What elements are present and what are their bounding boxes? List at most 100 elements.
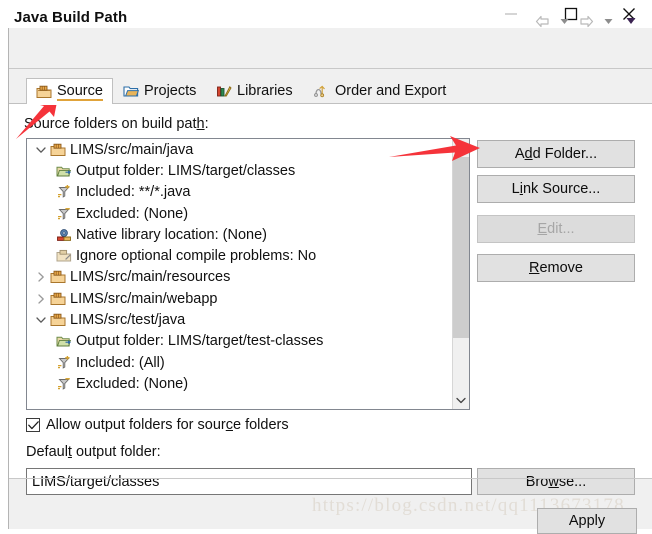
tab-projects[interactable]: Projects <box>114 78 205 104</box>
allow-output-folders-row[interactable]: Allow output folders for source folders <box>26 417 289 433</box>
excluded-filter-icon <box>55 207 72 221</box>
default-output-folder-input[interactable] <box>26 468 472 495</box>
source-folders-label-mnemonic: h <box>196 116 205 132</box>
add-folder-post: d Folder... <box>532 146 598 162</box>
excluded-filter-icon <box>55 377 72 391</box>
minimize-icon[interactable] <box>488 0 534 28</box>
tree-row-label: LIMS/src/main/resources <box>70 269 231 286</box>
link-source-button[interactable]: Li nk Source... <box>477 175 635 203</box>
default-output-label-pre: Defaul <box>26 444 68 460</box>
allow-output-label-pre: Allow output folders for sour <box>46 417 226 433</box>
remove-mnemonic: R <box>528 260 540 276</box>
browse-button[interactable]: Bro w se... <box>477 468 635 495</box>
included-filter-icon <box>55 355 72 370</box>
back-arrow-icon[interactable] <box>533 12 552 30</box>
add-folder-button[interactable]: Add Folder... <box>477 140 635 168</box>
order-export-icon <box>314 83 330 99</box>
tree-row[interactable]: Included: **/*.java <box>27 182 451 203</box>
apply-button[interactable]: Apply <box>537 508 637 534</box>
native-library-icon <box>55 228 72 242</box>
tree-row-label: Excluded: (None) <box>76 375 189 392</box>
tabstrip: Source Projects Libraries Order and Expo… <box>9 78 652 105</box>
tree-row-label: LIMS/src/main/webapp <box>70 290 218 307</box>
tree-row-label: Included: **/*.java <box>76 184 191 201</box>
chevron-down-icon[interactable] <box>33 316 49 324</box>
included-filter-icon <box>55 185 72 199</box>
tree-row-label: LIMS/src/test/java <box>70 312 186 329</box>
tab-source-label: Source <box>57 82 103 101</box>
tree-row[interactable]: Excluded: (None) <box>27 203 451 224</box>
chevron-right-icon[interactable] <box>33 294 49 304</box>
scroll-up-arrow-icon[interactable] <box>453 139 469 156</box>
back-dropdown-icon[interactable] <box>555 12 574 30</box>
edit-button: Edit... <box>477 215 635 243</box>
source-folder-icon <box>49 270 66 284</box>
allow-output-folders-label: Allow output folders for source folders <box>46 417 289 433</box>
tree-row[interactable]: LIMS/src/main/java <box>27 139 451 160</box>
tab-order-and-export-label: Order and Export <box>335 83 447 99</box>
tree-scrollbar-thumb[interactable] <box>453 157 469 338</box>
content-bottom-divider <box>9 478 652 479</box>
tree-row[interactable]: Excluded: (None) <box>27 373 451 394</box>
allow-output-folders-checkbox[interactable] <box>26 418 40 432</box>
link-source-post: nk Source... <box>522 181 601 197</box>
forward-arrow-icon[interactable] <box>577 12 596 30</box>
output-folder-icon <box>55 164 72 178</box>
tree-row-label: LIMS/src/main/java <box>70 141 194 158</box>
tab-source[interactable]: Source <box>26 78 113 105</box>
browse-post: se... <box>558 473 587 490</box>
page-header <box>9 29 652 69</box>
source-folder-icon <box>49 292 66 306</box>
source-folder-icon <box>36 84 52 100</box>
default-output-folder-label: Default output folder: <box>26 444 161 460</box>
tree-row-label: Output folder: LIMS/target/classes <box>76 162 296 179</box>
tree-row-label: Included: (All) <box>76 354 165 371</box>
tree-row[interactable]: Ignore optional compile problems: No <box>27 245 451 266</box>
source-folder-icon <box>49 143 66 157</box>
source-folders-label-post: : <box>204 116 209 132</box>
output-folder-icon <box>55 334 72 348</box>
tree-row-label: Ignore optional compile problems: No <box>76 248 317 265</box>
tree-row[interactable]: Included: (All) <box>27 352 451 373</box>
source-folders-label: Source folders on build path: <box>24 116 209 132</box>
remove-button[interactable]: Remove <box>477 254 635 282</box>
edit-post: dit... <box>547 221 575 237</box>
browse-pre: Bro <box>525 473 549 490</box>
browse-mnemonic: w <box>548 473 559 490</box>
add-folder-pre: A <box>514 146 525 162</box>
add-folder-mnemonic: d <box>524 146 533 162</box>
forward-dropdown-icon[interactable] <box>599 12 618 30</box>
link-source-pre: L <box>511 181 520 197</box>
tree-row[interactable]: Output folder: LIMS/target/test-classes <box>27 331 451 352</box>
scroll-down-arrow-icon[interactable] <box>453 392 469 409</box>
allow-output-label-mnemonic: c <box>225 417 233 433</box>
tab-projects-label: Projects <box>144 83 197 99</box>
tree-row[interactable]: LIMS/src/test/java <box>27 309 451 330</box>
page-title: Java Build Path <box>14 9 128 26</box>
libraries-books-icon <box>216 83 232 99</box>
source-folder-icon <box>49 313 66 327</box>
tree-row-label: Native library location: (None) <box>76 226 267 243</box>
source-folders-tree-list: LIMS/src/main/java Output folder: LIMS/t… <box>27 139 451 395</box>
tree-row[interactable]: LIMS/src/main/webapp <box>27 288 451 309</box>
tree-row-label: Output folder: LIMS/target/test-classes <box>76 333 324 350</box>
chevron-right-icon[interactable] <box>33 272 49 283</box>
tab-libraries-label: Libraries <box>237 83 293 99</box>
source-folders-label-pre: Source folders on build pat <box>24 116 197 132</box>
menu-dropdown-icon[interactable] <box>621 12 640 30</box>
edit-mnemonic: E <box>537 221 548 237</box>
tab-order-and-export[interactable]: Order and Export <box>305 78 455 104</box>
remove-post: emove <box>539 260 583 276</box>
tree-row-label: Excluded: (None) <box>76 205 189 222</box>
tree-row[interactable]: Output folder: LIMS/target/classes <box>27 160 451 181</box>
default-output-label-post: output folder: <box>71 444 161 460</box>
tree-vertical-scrollbar[interactable] <box>452 139 469 409</box>
source-folders-tree[interactable]: LIMS/src/main/java Output folder: LIMS/t… <box>26 138 470 410</box>
allow-output-label-post: e folders <box>232 417 289 433</box>
projects-folder-icon <box>123 83 139 99</box>
tree-row[interactable]: Native library location: (None) <box>27 224 451 245</box>
tree-row[interactable]: LIMS/src/main/resources <box>27 267 451 288</box>
chevron-down-icon[interactable] <box>33 146 49 154</box>
tab-libraries[interactable]: Libraries <box>207 78 302 104</box>
page-navigation-controls <box>533 12 640 30</box>
